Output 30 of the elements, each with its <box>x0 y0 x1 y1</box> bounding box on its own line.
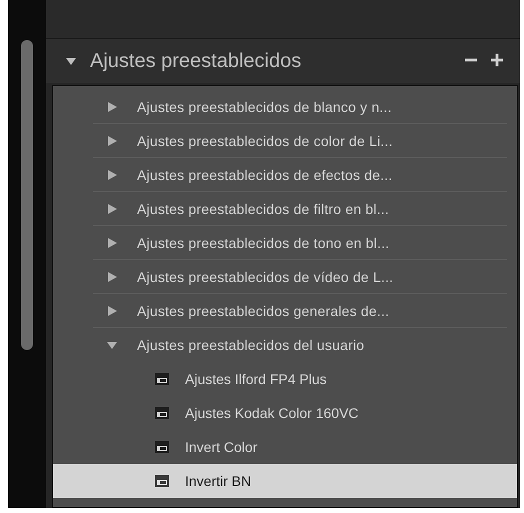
preset-icon <box>155 475 169 487</box>
preset-icon <box>155 441 169 453</box>
preset-folder[interactable]: Ajustes preestablecidos generales de... <box>93 294 507 328</box>
collapsed-triangle-icon <box>107 204 117 214</box>
preset-folder[interactable]: Ajustes preestablecidos de blanco y n... <box>93 90 507 124</box>
collapse-triangle-icon <box>66 56 76 66</box>
preset-item[interactable]: Invert Color <box>53 430 517 464</box>
preset-item[interactable]: Ajustes Kodak Color 160VC <box>53 396 517 430</box>
preset-icon <box>155 407 169 419</box>
preset-item[interactable]: Ajustes Ilford FP4 Plus <box>53 362 517 396</box>
preset-folder[interactable]: Ajustes preestablecidos de filtro en bl... <box>93 192 507 226</box>
collapsed-triangle-icon <box>107 272 117 282</box>
preset-icon <box>155 373 169 385</box>
add-preset-button[interactable]: + <box>484 49 510 73</box>
collapsed-triangle-icon <box>107 136 117 146</box>
panel-title: Ajustes preestablecidos <box>90 50 302 72</box>
remove-preset-button[interactable]: − <box>458 49 484 73</box>
expanded-triangle-icon <box>107 340 117 350</box>
collapsed-triangle-icon <box>107 170 117 180</box>
collapsed-triangle-icon <box>107 102 117 112</box>
preset-folder[interactable]: Ajustes preestablecidos de efectos de... <box>93 158 507 192</box>
collapsed-triangle-icon <box>107 306 117 316</box>
panel-header[interactable]: Ajustes preestablecidos − + <box>46 39 520 83</box>
preset-item[interactable]: Invertir BN <box>53 464 517 498</box>
preset-folder[interactable]: Ajustes preestablecidos de tono en bl... <box>93 226 507 260</box>
scrollbar[interactable] <box>21 40 33 350</box>
preset-folder[interactable]: Ajustes preestablecidos de vídeo de L... <box>93 260 507 294</box>
preset-folder[interactable]: Ajustes preestablecidos de color de Li... <box>93 124 507 158</box>
collapsed-triangle-icon <box>107 238 117 248</box>
preset-folder[interactable]: Ajustes preestablecidos del usuario <box>53 328 507 362</box>
